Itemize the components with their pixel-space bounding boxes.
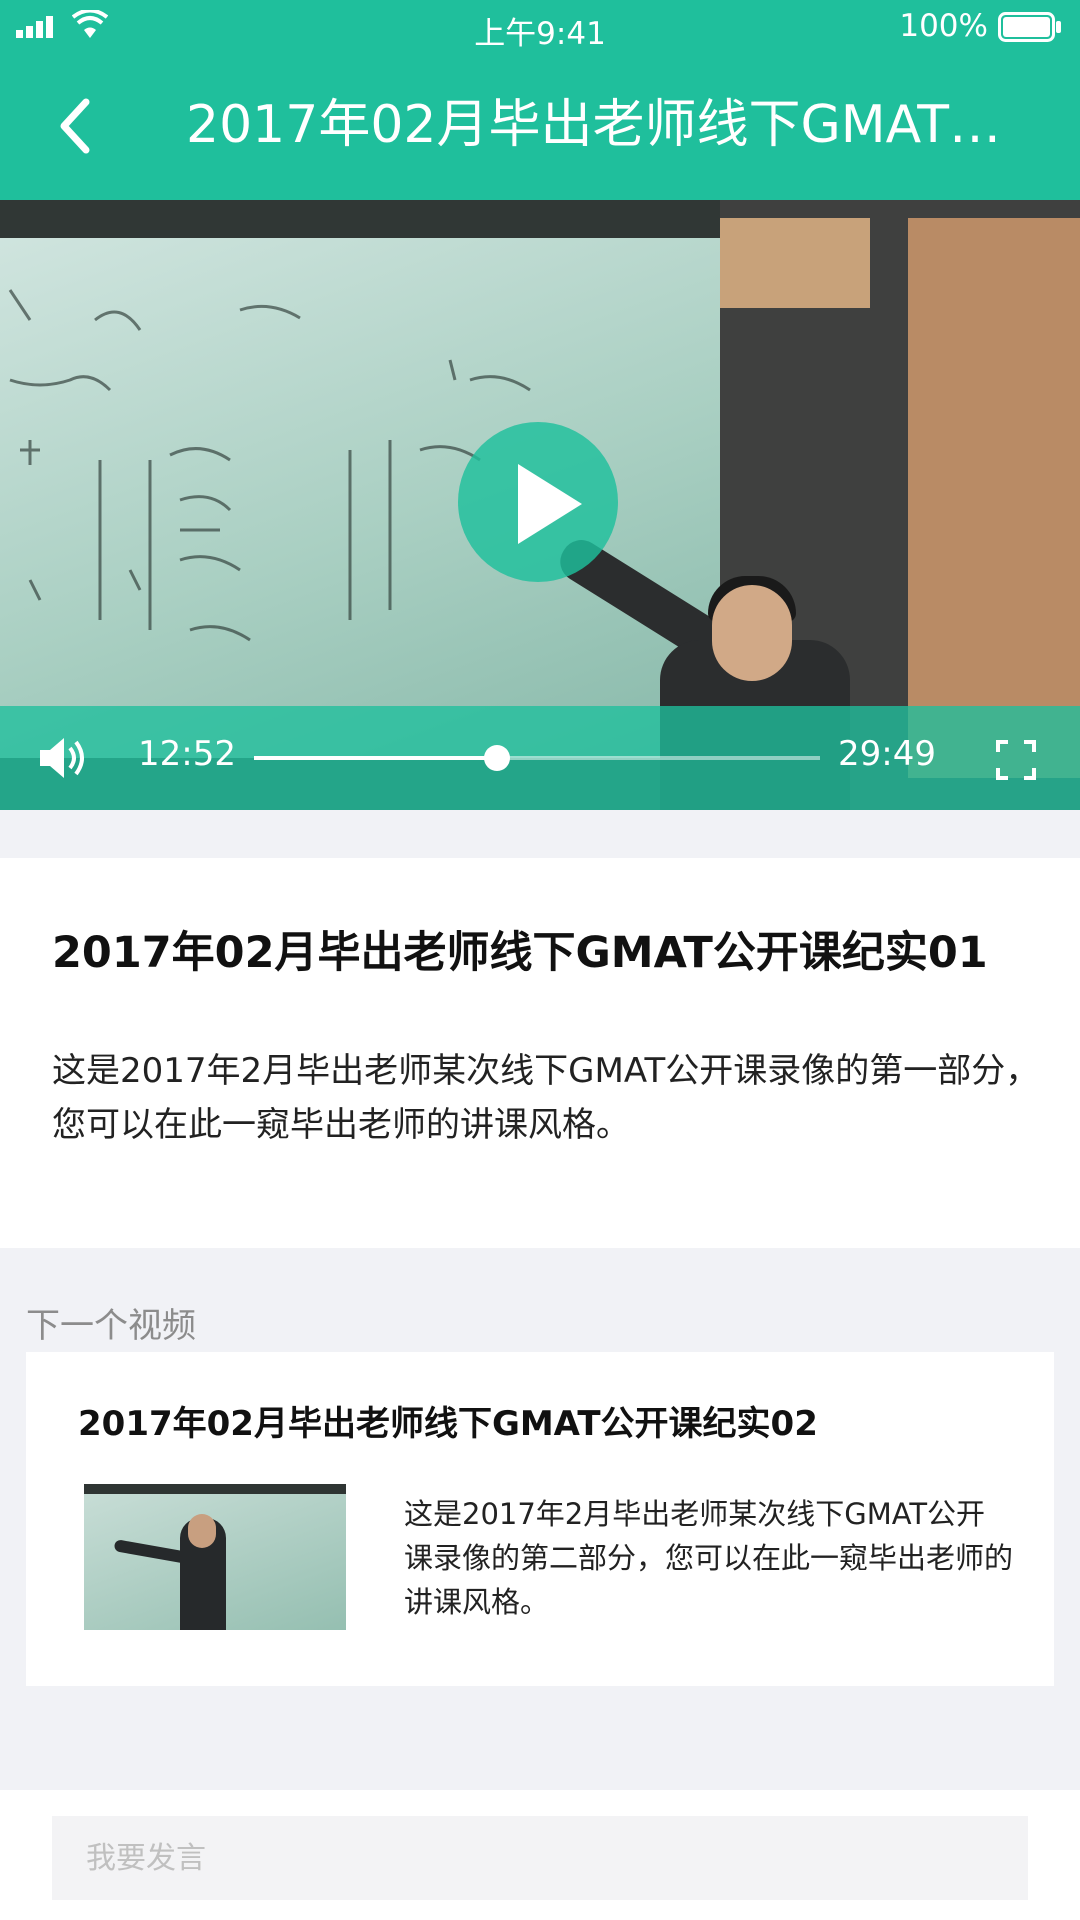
page-title: 2017年02月毕出老师线下GMAT公开课纪实01 <box>186 95 1046 155</box>
video-title: 2017年02月毕出老师线下GMAT公开课纪实01 <box>52 928 988 978</box>
header: 上午9:41 100% 2017年02月毕出老师线下GMAT公开课纪实01 <box>0 0 1080 200</box>
total-time: 29:49 <box>838 734 936 774</box>
next-video-card[interactable]: 2017年02月毕出老师线下GMAT公开课纪实02 这是2017年2月毕出老师某… <box>26 1352 1054 1686</box>
comment-bar <box>0 1790 1080 1920</box>
play-icon <box>518 464 582 544</box>
video-description: 这是2017年2月毕出老师某次线下GMAT公开课录像的第一部分，您可以在此一窥毕… <box>52 1051 1040 1145</box>
video-player[interactable]: 12:52 29:49 <box>0 200 1080 810</box>
video-info: 2017年02月毕出老师线下GMAT公开课纪实01 这是2017年2月毕出老师某… <box>0 858 1080 1248</box>
comment-input[interactable] <box>52 1816 1028 1900</box>
battery-icon <box>998 12 1061 42</box>
progress-thumb[interactable] <box>483 745 510 771</box>
back-icon[interactable] <box>48 96 108 156</box>
next-video-title: 2017年02月毕出老师线下GMAT公开课纪实02 <box>78 1404 818 1444</box>
play-button[interactable] <box>458 422 618 582</box>
thumbnail-teacher-head <box>188 1514 216 1548</box>
thumbnail-board-top <box>84 1484 346 1494</box>
next-video-description: 这是2017年2月毕出老师某次线下GMAT公开课录像的第二部分，您可以在此一窥毕… <box>404 1497 1014 1619</box>
video-frame-panel <box>720 218 870 308</box>
status-bar: 上午9:41 100% <box>0 0 1080 56</box>
progress-bar[interactable] <box>254 745 820 771</box>
next-video-thumbnail[interactable] <box>84 1484 346 1630</box>
fullscreen-icon[interactable] <box>996 740 1036 780</box>
video-frame-teacher-head <box>712 585 792 681</box>
video-frame-door <box>908 218 1080 778</box>
next-video-label: 下一个视频 <box>26 1306 196 1346</box>
battery-percentage: 100% <box>899 8 988 44</box>
player-controls: 12:52 29:49 <box>0 706 1080 810</box>
volume-icon[interactable] <box>38 736 90 780</box>
current-time: 12:52 <box>138 734 236 774</box>
progress-fill <box>254 756 497 760</box>
